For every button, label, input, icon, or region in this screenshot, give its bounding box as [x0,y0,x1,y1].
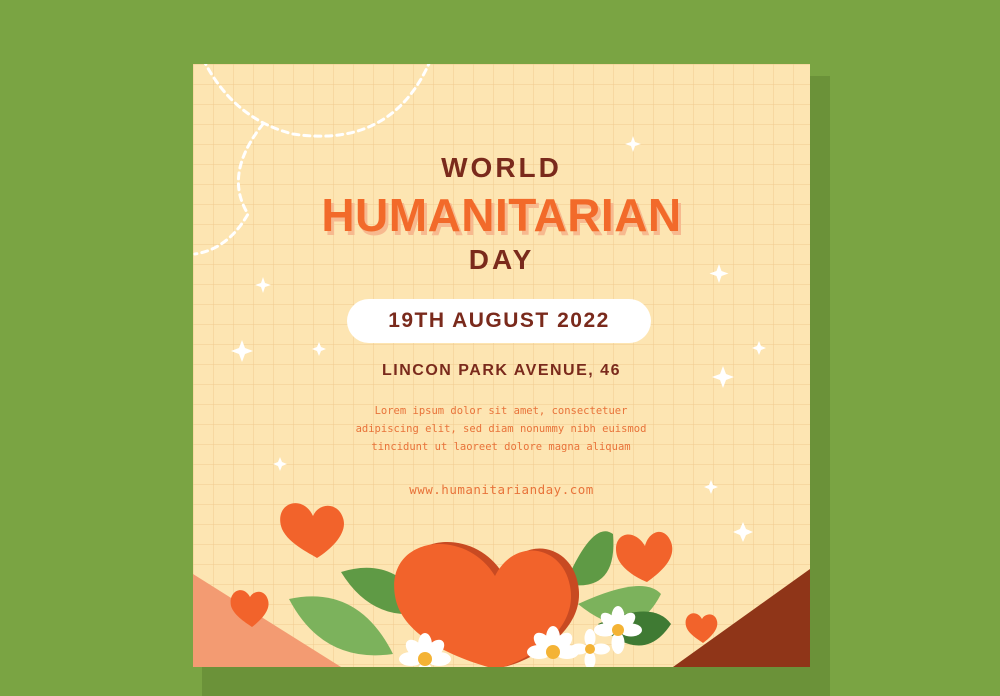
poster: WORLD HUMANITARIAN DAY 19TH AUGUST 2022 … [193,64,810,667]
body-line: Lorem ipsum dolor sit amet, consectetuer [374,405,628,417]
heart-icon [615,531,673,582]
sparkle-icon [273,457,287,471]
date-badge: 19TH AUGUST 2022 [347,299,651,343]
sparkle-icon [733,522,753,542]
title-day: DAY [468,244,535,275]
address-text: LINCON PARK AVENUE, 46 [382,362,621,379]
body-paragraph: Lorem ipsum dolor sit amet, consectetuer… [321,402,681,456]
body-line: adipiscing elit, sed diam nonummy nibh e… [355,423,647,435]
sparkle-icon [255,277,271,293]
title-humanitarian: HUMANITARIAN [321,189,682,241]
heart-icon [280,503,344,558]
title-world: WORLD [441,152,562,183]
website-link[interactable]: www.humanitarianday.com [193,482,810,497]
sparkle-icon [231,340,253,362]
date-text: 19TH AUGUST 2022 [388,309,610,332]
sparkle-icon [312,342,326,356]
heart-icon [685,613,718,643]
sparkle-icon [625,136,641,152]
body-line: tincidunt ut laoreet dolore magna aliqua… [371,441,631,453]
sparkle-icon [752,341,766,355]
